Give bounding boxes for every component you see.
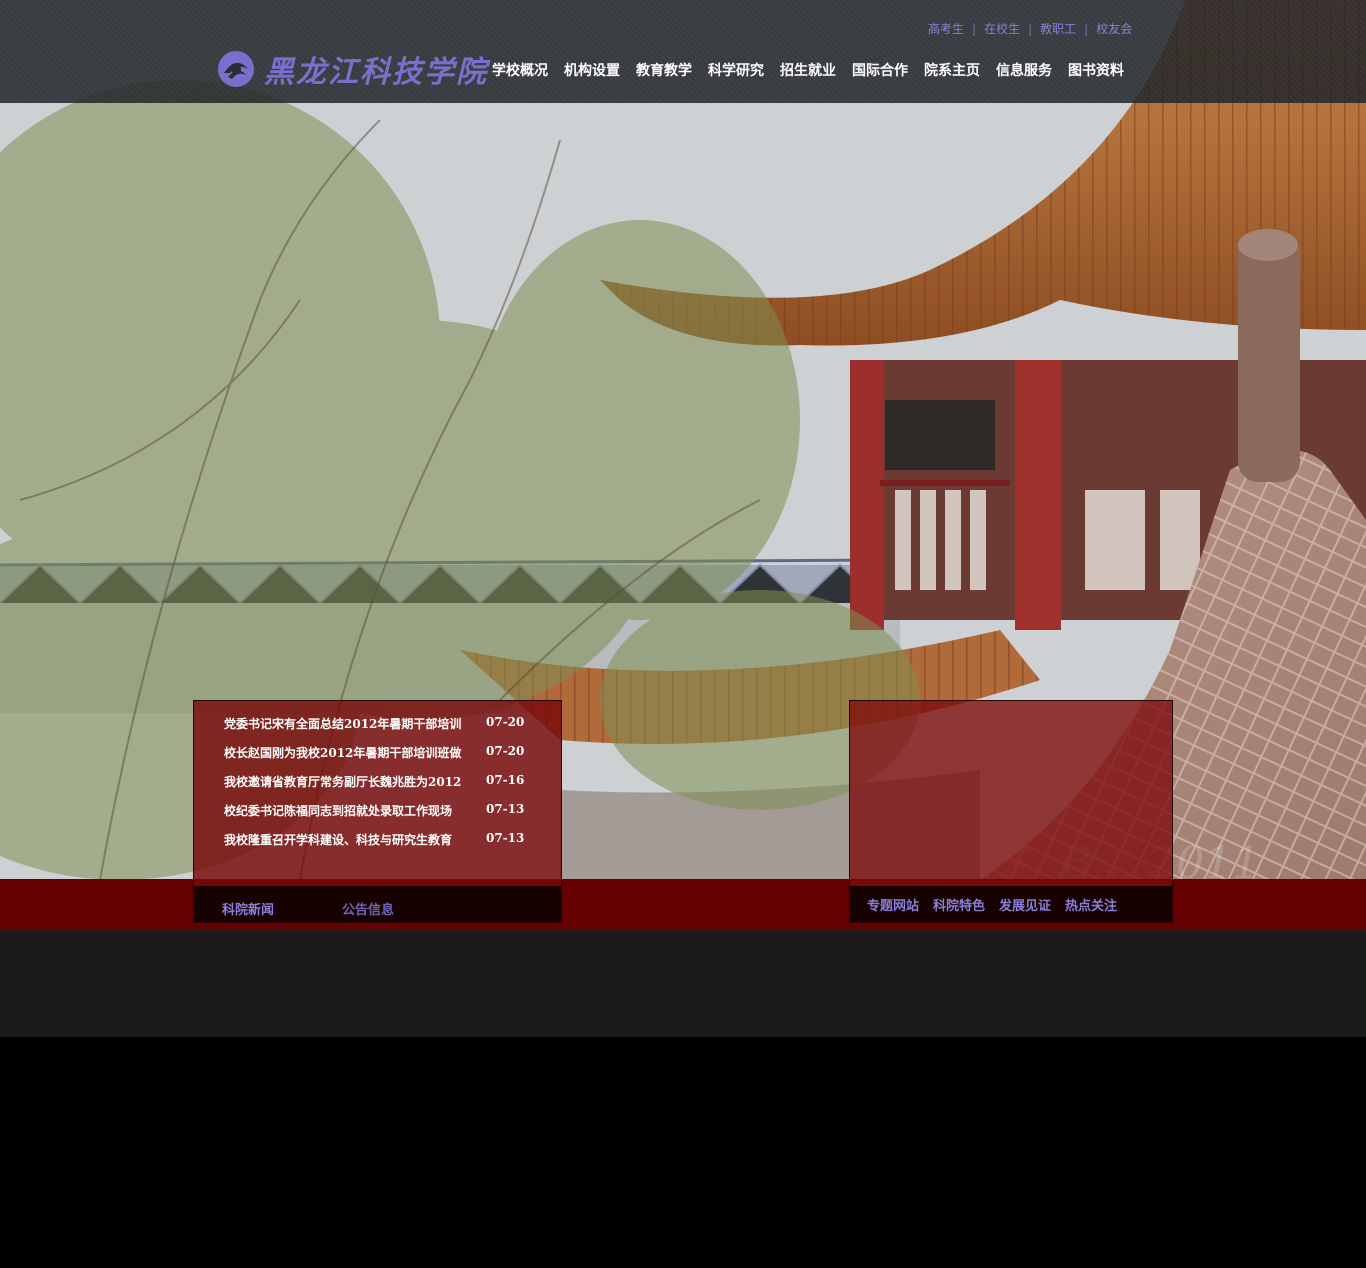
nav-item-international[interactable]: 国际合作	[852, 60, 908, 80]
audience-links: 高考生 | 在校生 | 教职工 | 校友会	[928, 20, 1132, 37]
link-staff[interactable]: 教职工	[1040, 20, 1076, 37]
nav-item-departments[interactable]: 院系主页	[924, 60, 980, 80]
feature-content-panel	[850, 701, 1172, 886]
news-title: 我校邀请省教育厅常务副厅长魏兆胜为2012	[224, 775, 462, 789]
feature-tabs: 专题网站 科院特色 发展见证 热点关注	[850, 886, 1172, 922]
news-title: 党委书记宋有全面总结2012年暑期干部培训	[224, 717, 462, 731]
site-logo[interactable]: 黑龙江科技学院	[216, 46, 488, 92]
news-title: 校纪委书记陈福同志到招就处录取工作现场	[224, 804, 453, 818]
tab-school-features[interactable]: 科院特色	[933, 895, 985, 914]
nav-item-about[interactable]: 学校概况	[492, 60, 548, 80]
feature-panel: 专题网站 科院特色 发展见证 热点关注	[849, 700, 1173, 923]
link-prospective-students[interactable]: 高考生	[928, 20, 964, 37]
tab-announcements[interactable]: 公告信息	[342, 899, 394, 918]
footer-grey-band	[0, 930, 1366, 1037]
divider: |	[1084, 21, 1089, 36]
news-date: 07-13	[486, 831, 525, 845]
news-tabs: 科院新闻 公告信息	[194, 886, 561, 922]
logo-text: 黑龙江科技学院	[264, 55, 488, 90]
news-item[interactable]: 党委书记宋有全面总结2012年暑期干部培训 07-20	[224, 715, 524, 744]
nav-item-admissions[interactable]: 招生就业	[780, 60, 836, 80]
main-navigation: 学校概况 机构设置 教育教学 科学研究 招生就业 国际合作 院系主页 信息服务 …	[492, 60, 1140, 80]
nav-item-organization[interactable]: 机构设置	[564, 60, 620, 80]
link-current-students[interactable]: 在校生	[984, 20, 1020, 37]
news-date: 07-20	[486, 744, 525, 758]
tab-school-news[interactable]: 科院新闻	[222, 899, 274, 918]
nav-item-education[interactable]: 教育教学	[636, 60, 692, 80]
nav-item-library[interactable]: 图书资料	[1068, 60, 1124, 80]
tab-topic-sites[interactable]: 专题网站	[867, 895, 919, 914]
news-item[interactable]: 我校隆重召开学科建设、科技与研究生教育 07-13	[224, 831, 524, 860]
news-title: 校长赵国刚为我校2012年暑期干部培训班做	[224, 746, 462, 760]
news-list-panel: 党委书记宋有全面总结2012年暑期干部培训 07-20 校长赵国刚为我校2012年…	[194, 701, 561, 886]
site-header: 黑龙江科技学院 高考生 | 在校生 | 教职工 | 校友会 学校概况 机构设置 …	[0, 0, 1366, 103]
news-panel: 党委书记宋有全面总结2012年暑期干部培训 07-20 校长赵国刚为我校2012年…	[193, 700, 562, 923]
news-item[interactable]: 我校邀请省教育厅常务副厅长魏兆胜为2012 07-16	[224, 773, 524, 802]
tab-development[interactable]: 发展见证	[999, 895, 1051, 914]
nav-item-research[interactable]: 科学研究	[708, 60, 764, 80]
logo-emblem-icon	[218, 51, 254, 87]
news-item[interactable]: 校纪委书记陈福同志到招就处录取工作现场 07-13	[224, 802, 524, 831]
news-date: 07-16	[486, 773, 525, 787]
link-alumni[interactable]: 校友会	[1096, 20, 1132, 37]
news-item[interactable]: 校长赵国刚为我校2012年暑期干部培训班做 07-20	[224, 744, 524, 773]
news-date: 07-13	[486, 802, 525, 816]
divider: |	[1028, 21, 1033, 36]
divider: |	[972, 21, 977, 36]
news-title: 我校隆重召开学科建设、科技与研究生教育	[224, 833, 453, 847]
news-list: 党委书记宋有全面总结2012年暑期干部培训 07-20 校长赵国刚为我校2012年…	[224, 715, 524, 860]
news-date: 07-20	[486, 715, 525, 729]
nav-item-information[interactable]: 信息服务	[996, 60, 1052, 80]
tab-hot-topics[interactable]: 热点关注	[1065, 895, 1117, 914]
